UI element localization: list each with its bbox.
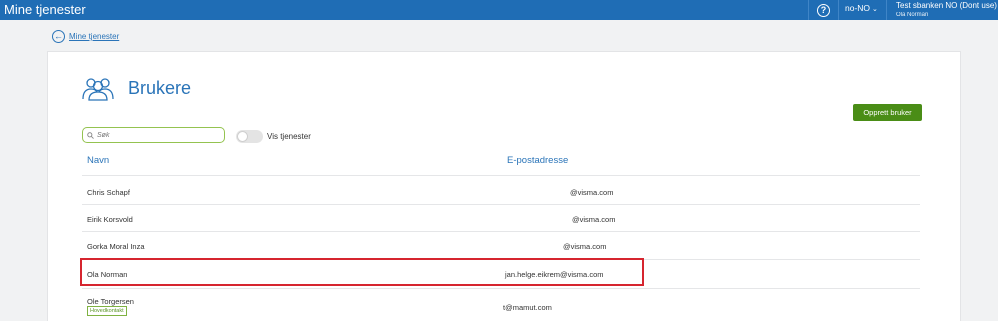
table-row[interactable]: Eirik Korsvold @visma.com [82, 204, 920, 231]
back-link-label[interactable]: Mine tjenester [69, 32, 119, 41]
user-email: @visma.com [563, 242, 607, 251]
main-contact-badge: Hovedkontakt [87, 306, 127, 316]
user-name: Chris Schapf [87, 188, 130, 197]
chevron-down-icon: ⌄ [872, 6, 878, 13]
column-header-name: Navn [87, 155, 110, 166]
highlight-annotation [80, 258, 644, 286]
language-selector[interactable]: no-NO ⌄ [838, 0, 886, 20]
vis-tjenester-toggle[interactable] [236, 130, 263, 143]
page-title: Brukere [128, 78, 192, 98]
help-button[interactable]: ? [808, 0, 838, 20]
app-title[interactable]: Mine tjenester [4, 1, 86, 19]
column-header-email: E-postadresse [507, 155, 569, 166]
user-email: @visma.com [572, 215, 616, 224]
search-icon [87, 131, 94, 139]
back-link[interactable]: ← Mine tjenester [52, 30, 119, 43]
account-menu[interactable]: Test sbanken NO (Dont use) Ola Norman [886, 0, 998, 20]
search-input[interactable] [97, 131, 217, 139]
search-box[interactable] [82, 127, 225, 143]
user-name: Gorka Moral Inza [87, 242, 145, 251]
vis-tjenester-label: Vis tjenester [267, 132, 311, 141]
users-icon [82, 78, 114, 101]
table-row[interactable]: Ole Torgersen Hovedkontakt t@mamut.com [82, 288, 920, 321]
table-row[interactable]: Chris Schapf @visma.com [82, 175, 920, 204]
user-name: Eirik Korsvold [87, 215, 133, 224]
toggle-knob [237, 131, 248, 142]
table-row[interactable]: Gorka Moral Inza @visma.com [82, 231, 920, 259]
arrow-left-circle-icon: ← [52, 30, 65, 43]
vis-tjenester-toggle-group: Vis tjenester [236, 130, 311, 143]
user-email: @visma.com [570, 188, 614, 197]
language-value: no-NO [845, 3, 871, 13]
account-company: Test sbanken NO (Dont use) [896, 1, 997, 10]
user-name: Ole Torgersen [87, 297, 134, 306]
help-icon: ? [817, 3, 830, 17]
top-navigation-bar: Mine tjenester ? no-NO ⌄ Test sbanken NO … [0, 0, 998, 20]
create-user-button[interactable]: Opprett bruker [853, 104, 922, 121]
account-user: Ola Norman [896, 12, 929, 18]
user-email: t@mamut.com [503, 303, 552, 312]
